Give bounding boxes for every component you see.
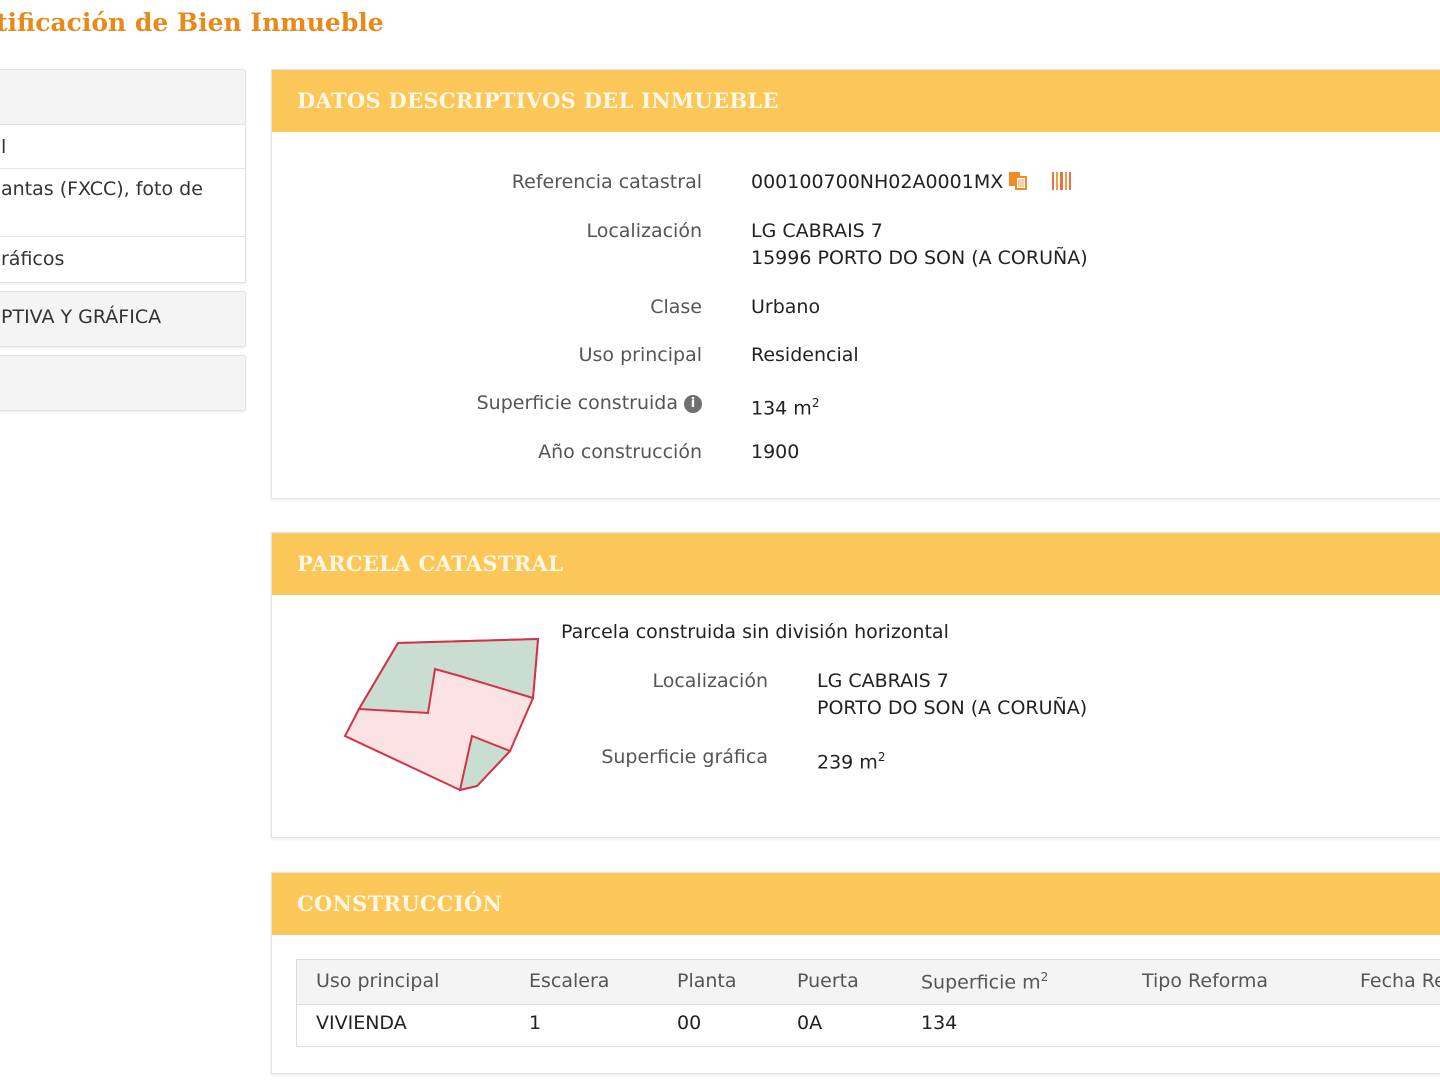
table-cell: 1 — [529, 1012, 542, 1034]
column-header-exponent: 2 — [1040, 970, 1049, 984]
panel-datos-descriptivos: DATOS DESCRIPTIVOS DEL INMUEBLE — [271, 69, 1440, 499]
sidebar-item-label: antas (FXCC), foto de — [1, 178, 203, 200]
info-icon[interactable]: i — [684, 395, 702, 413]
localizacion-line1: LG CABRAIS 7 — [751, 220, 883, 242]
anio-construccion-value: 1900 — [751, 441, 800, 463]
superficie-construida-label: Superficie construida i — [477, 392, 702, 414]
superficie-construida-value: 134 m2 — [751, 390, 819, 422]
parcela-subtitle: Parcela construida sin división horizont… — [561, 621, 949, 643]
superficie-grafica-label: Superficie gráfica — [601, 746, 768, 768]
parcel-map[interactable] — [340, 636, 545, 796]
column-header: Fecha Re — [1360, 970, 1440, 992]
ref-catastral-value: 000100700NH02A0001MX — [751, 169, 1073, 196]
panel-title: PARCELA CATASTRAL — [297, 551, 564, 576]
clase-value: Urbano — [751, 296, 821, 318]
ref-catastral-text[interactable]: 000100700NH02A0001MX — [751, 171, 1003, 193]
parcela-localizacion-label: Localización — [652, 670, 768, 692]
table-cell: 00 — [677, 1012, 702, 1034]
column-header: Escalera — [529, 970, 610, 992]
barcode-icon[interactable] — [1051, 171, 1073, 191]
superficie-construida-number: 134 m — [751, 397, 812, 420]
panel-header: DATOS DESCRIPTIVOS DEL INMUEBLE — [272, 70, 1440, 132]
panel-title: DATOS DESCRIPTIVOS DEL INMUEBLE — [297, 88, 779, 113]
sidebar-item-3[interactable]: ráficos — [0, 237, 245, 282]
table-cell: VIVIENDA — [316, 1012, 407, 1034]
column-header-text: Superficie m — [921, 971, 1041, 994]
superficie-grafica-number: 239 m — [817, 751, 878, 774]
copy-icon[interactable] — [1007, 169, 1029, 191]
sidebar-section-grafica[interactable]: PTIVA Y GRÁFICA — [0, 291, 246, 347]
parcela-localizacion-line1: LG CABRAIS 7 — [817, 670, 949, 692]
table-header: Uso principal Escalera Planta Puerta Sup… — [297, 960, 1440, 1005]
column-header: Tipo Reforma — [1142, 970, 1269, 992]
uso-principal-label: Uso principal — [578, 344, 702, 366]
uso-principal-value: Residencial — [751, 344, 859, 366]
column-header: Puerta — [797, 970, 859, 992]
superficie-construida-text: Superficie construida — [476, 392, 678, 414]
sidebar-header-box[interactable] — [0, 69, 246, 125]
superficie-unit-exponent: 2 — [811, 396, 820, 410]
sidebar-item-1[interactable]: l — [0, 125, 245, 169]
construccion-table: Uso principal Escalera Planta Puerta Sup… — [296, 959, 1440, 1047]
column-header: Uso principal — [316, 970, 440, 992]
ref-catastral-label: Referencia catastral — [511, 171, 702, 193]
clase-label: Clase — [650, 296, 702, 318]
page-title: tificación de Bien Inmueble — [0, 8, 384, 37]
panel-title: CONSTRUCCIÓN — [297, 891, 503, 916]
sidebar-empty-box[interactable] — [0, 355, 246, 411]
panel-header: PARCELA CATASTRAL — [272, 533, 1440, 595]
superficie-grafica-exponent: 2 — [877, 750, 886, 764]
column-header: Superficie m2 — [921, 970, 1048, 993]
sidebar-item-label: l — [1, 136, 7, 158]
panel-header: CONSTRUCCIÓN — [272, 873, 1440, 935]
sidebar-item-2[interactable]: antas (FXCC), foto de — [0, 169, 245, 237]
table-cell: 0A — [797, 1012, 823, 1034]
table-cell: 134 — [921, 1012, 958, 1034]
localizacion-line2: 15996 PORTO DO SON (A CORUÑA) — [751, 247, 1088, 269]
parcela-localizacion-line2: PORTO DO SON (A CORUÑA) — [817, 697, 1088, 719]
anio-construccion-label: Año construcción — [538, 441, 702, 463]
localizacion-label: Localización — [586, 220, 702, 242]
superficie-grafica-value: 239 m2 — [817, 744, 885, 776]
column-header: Planta — [677, 970, 737, 992]
sidebar-list: l antas (FXCC), foto de ráficos — [0, 124, 246, 283]
sidebar-section-label: PTIVA Y GRÁFICA — [1, 306, 162, 328]
sidebar-item-label: ráficos — [1, 248, 65, 270]
